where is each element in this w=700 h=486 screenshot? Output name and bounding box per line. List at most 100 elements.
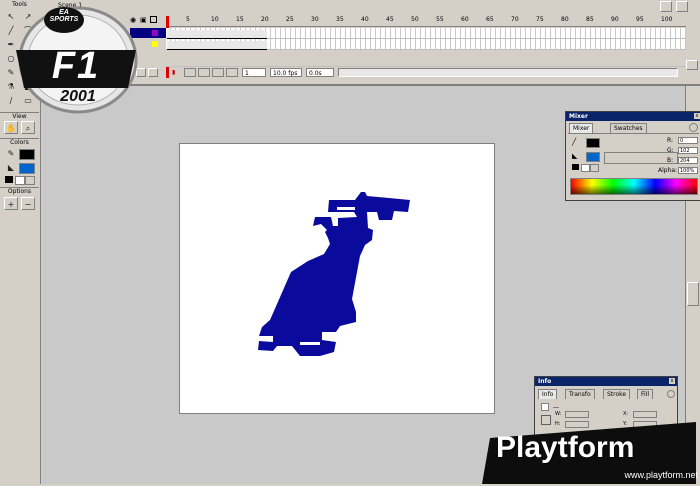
ruler-tick-label: 10 — [211, 16, 219, 23]
hand-icon[interactable]: ✋ — [4, 121, 18, 134]
frames-empty — [166, 50, 686, 67]
center-frame-icon[interactable]: ▮ — [170, 68, 182, 77]
x-field[interactable] — [633, 411, 657, 418]
scene-tab-strip: Scene 1 — [40, 0, 700, 14]
options-label: Options — [0, 187, 39, 195]
lock-icon[interactable]: ▣ — [140, 16, 147, 24]
edit-multiple-icon[interactable] — [212, 68, 224, 77]
ruler-tick-label: 95 — [636, 16, 644, 23]
info-object-icon — [541, 403, 549, 411]
tab-divider — [568, 133, 699, 134]
panel-menu-icon[interactable] — [689, 123, 698, 132]
default-colors-icon[interactable] — [5, 176, 13, 183]
r-label: R: — [667, 137, 674, 144]
edit-symbol-icon[interactable] — [676, 1, 688, 12]
ea-sports-text: EA SPORTS — [49, 9, 79, 23]
edit-scene-icon[interactable] — [660, 1, 672, 12]
ruler-tick-label: 60 — [461, 16, 469, 23]
f1-text: F1 — [51, 45, 101, 87]
year-text: 2001 — [60, 88, 96, 105]
tween-span-2[interactable] — [167, 41, 267, 50]
current-frame-field: 1 — [242, 68, 266, 77]
ruler-tick-label: 20 — [261, 16, 269, 23]
car-cutout-front — [337, 207, 355, 210]
ruler-tick-label: 30 — [311, 16, 319, 23]
mixer-stroke-icon: ╱ — [572, 138, 577, 146]
outline-icon[interactable] — [150, 16, 157, 23]
mixer-fill-swatch[interactable] — [586, 152, 600, 162]
g-field[interactable]: 102 — [678, 147, 698, 154]
f1-2001-logo: EA SPORTS F1 2001 — [14, 4, 138, 114]
mixer-default-icon[interactable] — [572, 164, 579, 170]
fill-color-swatch[interactable] — [19, 163, 35, 174]
tab-swatches[interactable]: Swatches — [610, 123, 647, 133]
ruler-tick-label: 90 — [611, 16, 619, 23]
zoom-icon[interactable]: ⌕ — [21, 121, 35, 134]
w-label: W: — [555, 411, 562, 417]
tab-stroke[interactable]: Stroke — [603, 389, 631, 399]
timeline-hscrollbar[interactable] — [338, 68, 678, 77]
ruler-tick-label: 25 — [286, 16, 294, 23]
timeline-scroll-down-icon[interactable] — [686, 60, 698, 70]
watermark-brand-text: Playtform — [496, 431, 635, 464]
ruler-tick-label: 5 — [186, 16, 190, 23]
alpha-field[interactable]: 100% — [678, 167, 698, 174]
f1-car-drawing[interactable] — [180, 144, 494, 413]
mixer-none-icon[interactable] — [581, 164, 590, 172]
colors-label: Colors — [0, 138, 39, 146]
b-field[interactable]: 204 — [678, 157, 698, 164]
no-color-icon[interactable] — [15, 176, 25, 185]
zoom-out-icon[interactable]: − — [21, 197, 35, 210]
mixer-stroke-swatch[interactable] — [586, 138, 600, 148]
modify-markers-icon[interactable] — [226, 68, 238, 77]
info-close-icon[interactable]: x — [669, 378, 675, 384]
r-field[interactable]: 0 — [678, 137, 698, 144]
fill-color-icon: ◣ — [7, 163, 15, 172]
ruler-tick-label: 55 — [436, 16, 444, 23]
frame-ruler[interactable]: 1510152025303540455055606570758085909510… — [166, 16, 686, 27]
stroke-color-swatch[interactable] — [19, 149, 35, 160]
alpha-label: Alpha: — [658, 167, 678, 174]
ruler-tick-label: 15 — [236, 16, 244, 23]
tab-info[interactable]: Info — [538, 389, 558, 399]
ruler-tick-label: 50 — [411, 16, 419, 23]
ruler-tick-label: 35 — [336, 16, 344, 23]
frame-rate-field: 10.0 fps — [270, 68, 302, 77]
info-title: Info — [535, 377, 677, 386]
vscroll-thumb[interactable] — [687, 282, 699, 306]
onion-skin-icon[interactable] — [184, 68, 196, 77]
mixer-fill-icon: ◣ — [572, 152, 578, 160]
ruler-tick-label: 100 — [661, 16, 673, 23]
mixer-swap-icon[interactable] — [590, 164, 599, 172]
playtform-watermark: Playtform www.playtform.net — [482, 420, 700, 484]
timeline-status-bar: ▮ 1 10.0 fps 0.0s — [166, 68, 686, 78]
stage-canvas[interactable] — [179, 143, 495, 414]
onion-outline-icon[interactable] — [198, 68, 210, 77]
ruler-tick-label: 85 — [586, 16, 594, 23]
b-label: B: — [667, 157, 674, 164]
ruler-tick-label: 70 — [511, 16, 519, 23]
ruler-tick-label: 45 — [386, 16, 394, 23]
mixer-panel: Mixer x Mixer Swatches ╱ ◣ R: 0 G: 102 B… — [565, 111, 700, 201]
watermark-url-text: www.playtform.net — [624, 470, 698, 480]
mixer-title: Mixer — [566, 112, 700, 121]
elapsed-time-field: 0.0s — [306, 68, 334, 77]
swap-colors-icon[interactable] — [25, 176, 35, 185]
car-cutout-rear — [300, 342, 320, 345]
w-field[interactable] — [565, 411, 589, 418]
timeline-panel: Scene 1 ◉ ▣ 1510152025303540455055606570… — [40, 0, 700, 86]
tab-mixer[interactable]: Mixer — [569, 123, 594, 133]
tab-fill[interactable]: Fill — [637, 389, 654, 399]
x-label: X: — [623, 411, 629, 417]
zoom-in-icon[interactable]: + — [4, 197, 18, 210]
tween-span-1[interactable] — [167, 30, 267, 39]
info-menu-icon[interactable] — [667, 390, 675, 398]
layer-color-purple — [152, 30, 158, 36]
close-icon[interactable]: x — [694, 113, 700, 119]
tab-transform[interactable]: Transfo — [565, 389, 595, 399]
stroke-color-icon: ✎ — [7, 149, 15, 158]
color-spectrum[interactable] — [570, 178, 698, 195]
ruler-tick-label: 40 — [361, 16, 369, 23]
ruler-tick-label: 80 — [561, 16, 569, 23]
delete-layer-icon[interactable] — [148, 68, 158, 77]
